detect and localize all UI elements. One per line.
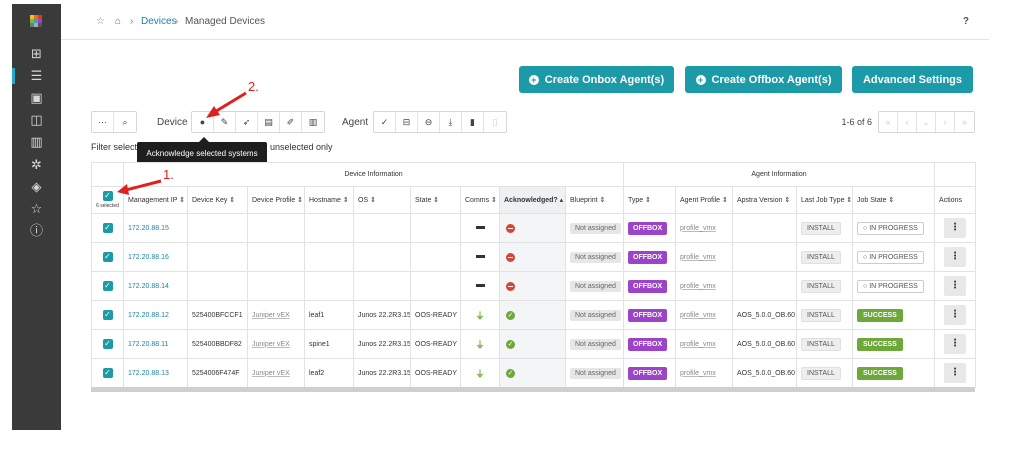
annotation-arrows [117, 91, 247, 195]
annotation-one: 1. [163, 167, 174, 182]
annotation-two: 2. [248, 79, 259, 94]
